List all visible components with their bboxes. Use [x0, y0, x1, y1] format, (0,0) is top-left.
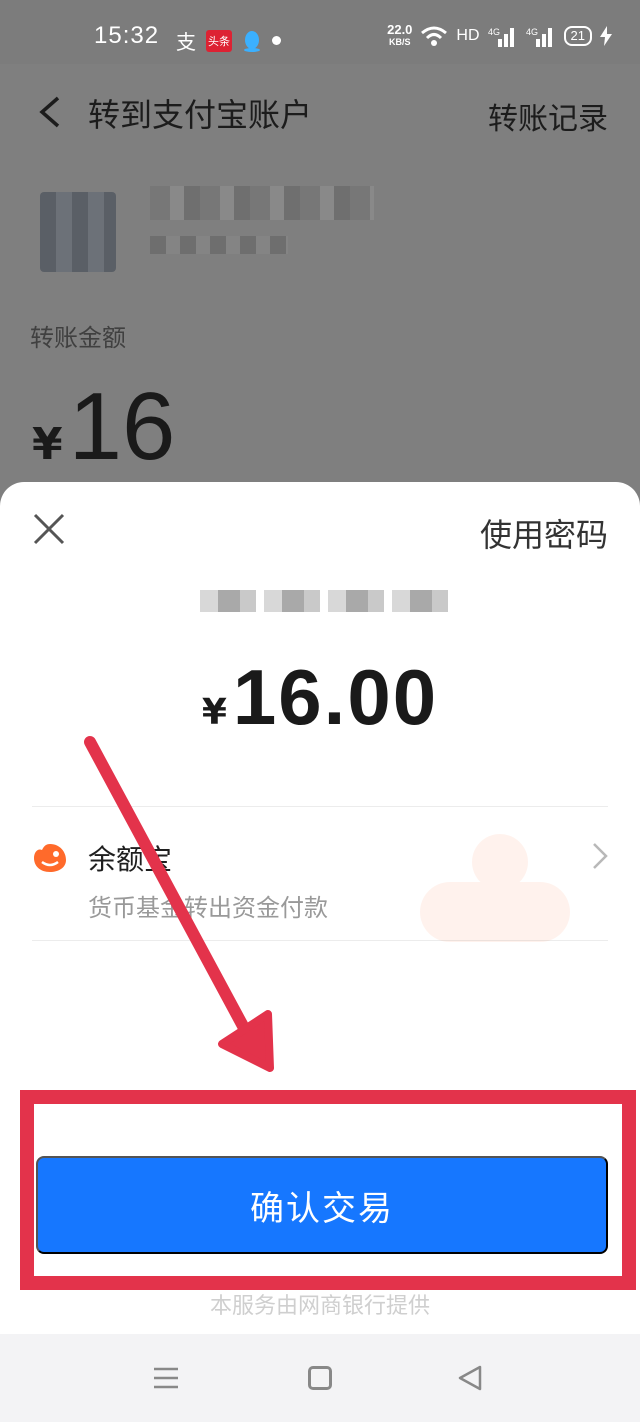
transfer-history-link[interactable]: 转账记录 — [488, 94, 608, 138]
hd-label: HD — [456, 27, 480, 44]
top-bar: 转到支付宝账户 转账记录 — [0, 64, 640, 160]
notification-dot-icon — [272, 36, 281, 45]
wifi-icon — [421, 26, 448, 46]
amount-input[interactable]: ¥ 16 — [32, 372, 175, 482]
payee-redacted — [200, 590, 456, 612]
decoration-icon — [420, 834, 570, 942]
network-speed-unit: KB/S — [389, 37, 411, 47]
alipay-icon: 支 — [176, 30, 196, 54]
toutiao-icon: 头条 — [206, 29, 232, 52]
back-icon[interactable] — [36, 94, 64, 130]
recipient-name-redacted — [150, 186, 374, 220]
page-title: 转到支付宝账户 — [88, 96, 313, 134]
recipient-account-redacted — [150, 236, 288, 254]
currency-symbol: ¥ — [201, 692, 227, 733]
provider-note: 本服务由网商银行提供 — [209, 1294, 430, 1319]
chevron-right-icon — [593, 843, 608, 869]
yuebao-icon — [34, 844, 66, 872]
avatar — [40, 192, 116, 272]
home-icon[interactable] — [308, 1366, 332, 1390]
close-icon[interactable] — [32, 512, 66, 546]
payment-method-name: 余额宝 — [88, 843, 173, 876]
battery-icon: 21 — [563, 26, 592, 46]
svg-text:4G: 4G — [488, 27, 500, 37]
nav-back-icon[interactable] — [456, 1364, 484, 1392]
svg-text:4G: 4G — [526, 27, 538, 37]
amount-value: 16.00 — [232, 653, 439, 741]
signal-4g-icon-2: 4G — [526, 27, 552, 47]
signal-4g-icon: 4G — [488, 27, 514, 47]
payment-amount: ¥16.00 — [0, 652, 640, 743]
amount-label: 转账金额 — [30, 324, 126, 352]
system-nav-bar — [0, 1334, 640, 1422]
status-bar: 15:32 支 头条 22.0 KB/S HD 4G 4G 21 — [0, 0, 640, 64]
status-indicators: 22.0 KB/S HD 4G 4G 21 — [387, 22, 612, 48]
divider — [32, 806, 608, 807]
use-password-link[interactable]: 使用密码 — [480, 510, 608, 556]
annotation-highlight-box — [20, 1090, 636, 1290]
charging-icon — [600, 26, 612, 46]
network-speed: 22.0 KB/S — [387, 22, 413, 48]
menu-icon[interactable] — [152, 1366, 180, 1390]
qq-icon — [244, 30, 260, 52]
payment-method-description: 货币基金转出资金付款 — [88, 894, 328, 922]
currency-symbol: ¥ — [32, 419, 63, 470]
status-time: 15:32 — [94, 22, 160, 49]
network-speed-value: 22.0 — [387, 22, 413, 37]
status-app-icons: 支 头条 — [176, 26, 281, 55]
amount-value: 16 — [68, 373, 176, 480]
